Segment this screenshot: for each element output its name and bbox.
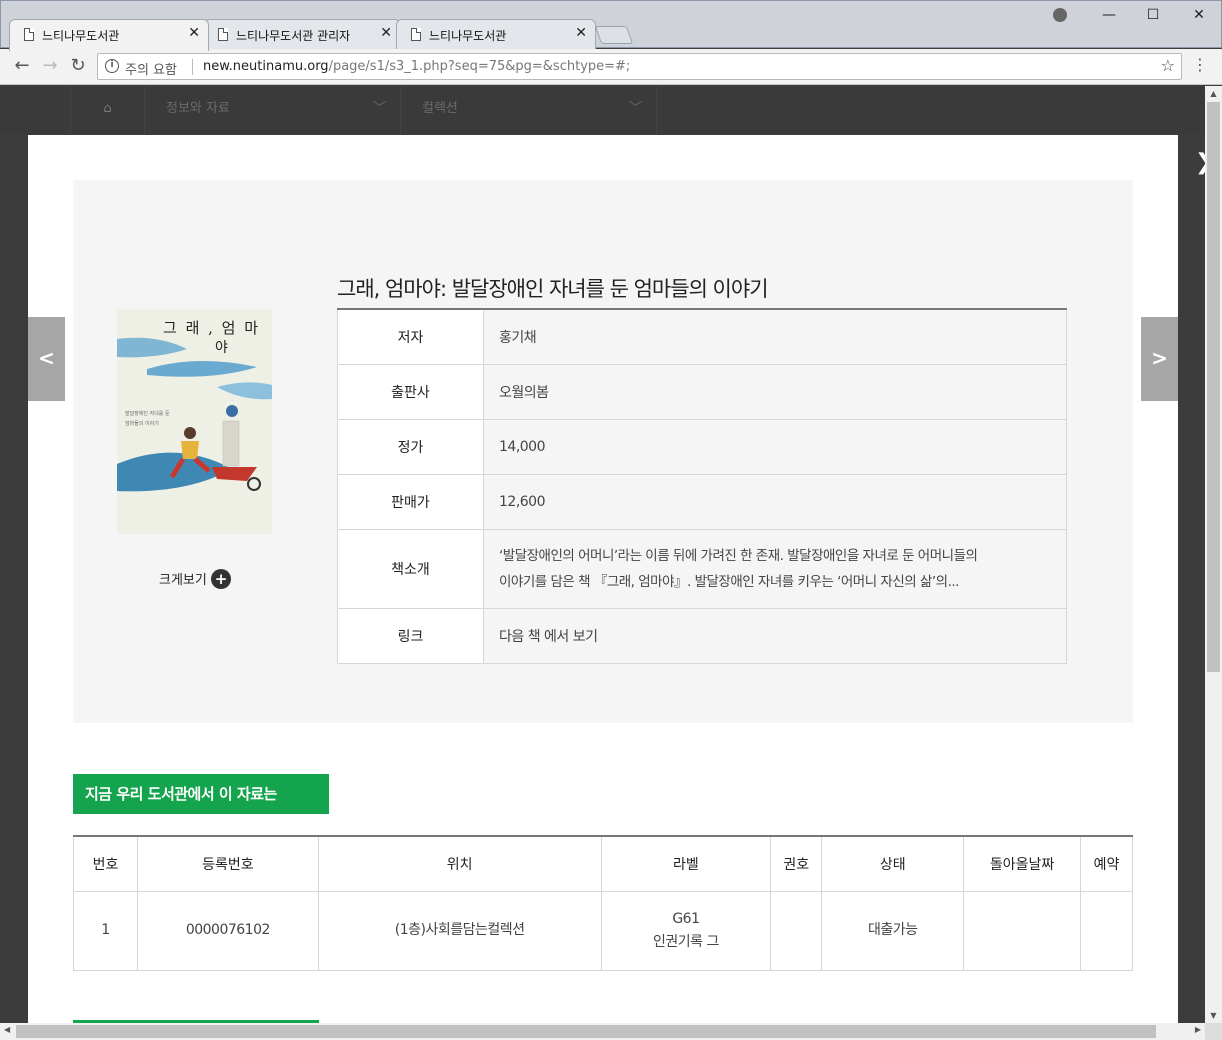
document-icon [411,28,421,41]
column-header: 위치 [317,835,602,892]
scrollbar-corner [1205,1023,1222,1040]
account-icon[interactable] [1053,8,1067,22]
prev-book-button[interactable]: < [28,317,65,401]
new-tab-button[interactable] [594,26,634,44]
column-header: 상태 [821,835,965,892]
detail-label: 책소개 [337,528,484,609]
document-icon [218,28,228,41]
next-book-button[interactable]: > [1141,317,1178,401]
detail-label: 출판사 [337,363,484,420]
intro-value: ‘발달장애인의 어머니’라는 이름 뒤에 가려진 한 존재. 발달장애인을 자녀… [483,528,1067,609]
close-tab-icon[interactable]: ✕ [188,25,200,41]
browser-menu-icon[interactable]: ⋮ [1192,55,1208,74]
window-close-icon[interactable]: ✕ [1189,7,1209,23]
cell-reserve[interactable] [1080,890,1133,971]
cell-return-date [963,890,1081,971]
detail-label: 링크 [337,607,484,664]
maximize-icon[interactable]: ☐ [1143,7,1163,23]
price-value: 14,000 [483,418,1067,475]
home-icon[interactable]: ⌂ [70,86,145,134]
detail-label: 정가 [337,418,484,475]
book-info-panel: 그 래 , 엄 마 야 발달장애인 자녀를 둔 엄마들의 이야기 크게보기 + … [73,180,1133,723]
book-title: 그래, 엄마야: 발달장애인 자녀를 둔 엄마들의 이야기 [337,277,769,301]
divider [192,59,193,75]
book-detail-table: 저자 홍기채 출판사 오월의봄 정가 14,000 판매가 12,600 책소개… [337,308,1067,664]
tab-3[interactable]: 느티나무도서관 ✕ [396,19,596,50]
chevron-down-icon: ﹀ [372,101,386,116]
minimize-icon[interactable]: — [1099,7,1119,23]
forward-icon[interactable]: → [38,55,62,76]
cell-location: (1층)사회를담는컬렉션 [317,890,602,971]
bookmark-star-icon[interactable]: ☆ [1161,56,1175,75]
detail-row-publisher: 출판사 오월의봄 [337,363,1067,420]
security-label[interactable]: 주의 요함 [125,59,177,78]
nav-menu-info[interactable]: 정보와 자료 ﹀ [146,86,401,134]
tab-title: 느티나무도서관 [42,29,120,43]
tab-title: 느티나무도서관 [429,29,507,43]
info-icon[interactable]: i [105,59,119,73]
reload-icon[interactable]: ↻ [66,55,90,76]
horizontal-scrollbar[interactable]: ◀ ▶ [0,1023,1205,1040]
chevron-down-icon: ﹀ [628,101,642,116]
scroll-up-icon[interactable]: ▲ [1205,89,1222,98]
scroll-thumb[interactable] [16,1025,1156,1038]
column-header: 권호 [770,835,823,892]
external-link[interactable]: 다음 책 에서 보기 [483,607,1067,664]
browser-titlebar: 느티나무도서관 ✕ 느티나무도서관 관리자 ✕ 느티나무도서관 ✕ — ☐ ✕ [0,0,1222,51]
scroll-down-icon[interactable]: ▼ [1205,1011,1222,1020]
scroll-left-icon[interactable]: ◀ [4,1025,10,1034]
cell-no: 1 [73,890,138,971]
author-value: 홍기채 [483,308,1067,365]
cover-title: 야 [215,340,228,356]
cover-title: 그 래 , 엄 마 [163,319,261,337]
detail-row-price: 정가 14,000 [337,418,1067,475]
site-nav: ⌂ 정보와 자료 ﹀ 컬렉션 ﹀ [0,86,1205,134]
cell-label: G61 인권기록 그 [600,890,772,971]
detail-row-author: 저자 홍기채 [337,308,1067,365]
zoom-label[interactable]: 크게보기 [159,569,207,588]
detail-row-intro: 책소개 ‘발달장애인의 어머니’라는 이름 뒤에 가려진 한 존재. 발달장애인… [337,528,1067,609]
table-row: 1 0000076102 (1층)사회를담는컬렉션 G61 인권기록 그 대출가… [73,890,1133,971]
document-icon [24,28,34,41]
publisher-value: 오월의봄 [483,363,1067,420]
sale-price-value: 12,600 [483,473,1067,530]
cell-status: 대출가능 [821,890,965,971]
column-header: 라벨 [600,835,772,892]
detail-row-link: 링크 다음 책 에서 보기 [337,607,1067,664]
detail-row-sale-price: 판매가 12,600 [337,473,1067,530]
tab-title: 느티나무도서관 관리자 [236,29,351,43]
close-tab-icon[interactable]: ✕ [380,25,392,41]
scroll-thumb[interactable] [1207,102,1220,672]
column-header: 돌아올날짜 [963,835,1081,892]
nav-menu-collection[interactable]: 컬렉션 ﹀ [402,86,657,134]
address-bar[interactable]: i 주의 요함 new.neutinamu.org/page/s1/s3_1.p… [97,53,1182,80]
browser-toolbar: ← → ↻ i 주의 요함 new.neutinamu.org/page/s1/… [0,49,1222,85]
cell-volume [770,890,823,971]
cover-subtitle: 발달장애인 자녀를 둔 엄마들의 이야기 [125,411,170,427]
tab-2[interactable]: 느티나무도서관 관리자 ✕ [203,19,401,50]
table-header-row: 번호 등록번호 위치 라벨 권호 상태 돌아올날짜 예약 [73,835,1133,892]
zoom-plus-icon[interactable]: + [211,569,231,589]
close-tab-icon[interactable]: ✕ [575,25,587,41]
detail-label: 저자 [337,308,484,365]
column-header: 예약 [1080,835,1133,892]
detail-label: 판매가 [337,473,484,530]
holdings-heading: 지금 우리 도서관에서 이 자료는 [73,774,329,814]
column-header: 등록번호 [136,835,319,892]
column-header: 번호 [73,835,138,892]
scroll-right-icon[interactable]: ▶ [1195,1025,1201,1034]
back-icon[interactable]: ← [10,55,34,76]
cell-reg-no: 0000076102 [136,890,319,971]
book-cover-image[interactable]: 그 래 , 엄 마 야 발달장애인 자녀를 둔 엄마들의 이야기 [117,309,272,534]
book-detail-modal: 그 래 , 엄 마 야 발달장애인 자녀를 둔 엄마들의 이야기 크게보기 + … [28,135,1178,1023]
holdings-table: 번호 등록번호 위치 라벨 권호 상태 돌아올날짜 예약 1 000007610… [73,835,1133,971]
url-text[interactable]: new.neutinamu.org/page/s1/s3_1.php?seq=7… [203,59,630,74]
tab-1[interactable]: 느티나무도서관 ✕ [9,19,209,51]
vertical-scrollbar[interactable]: ▲ ▼ [1205,86,1222,1023]
